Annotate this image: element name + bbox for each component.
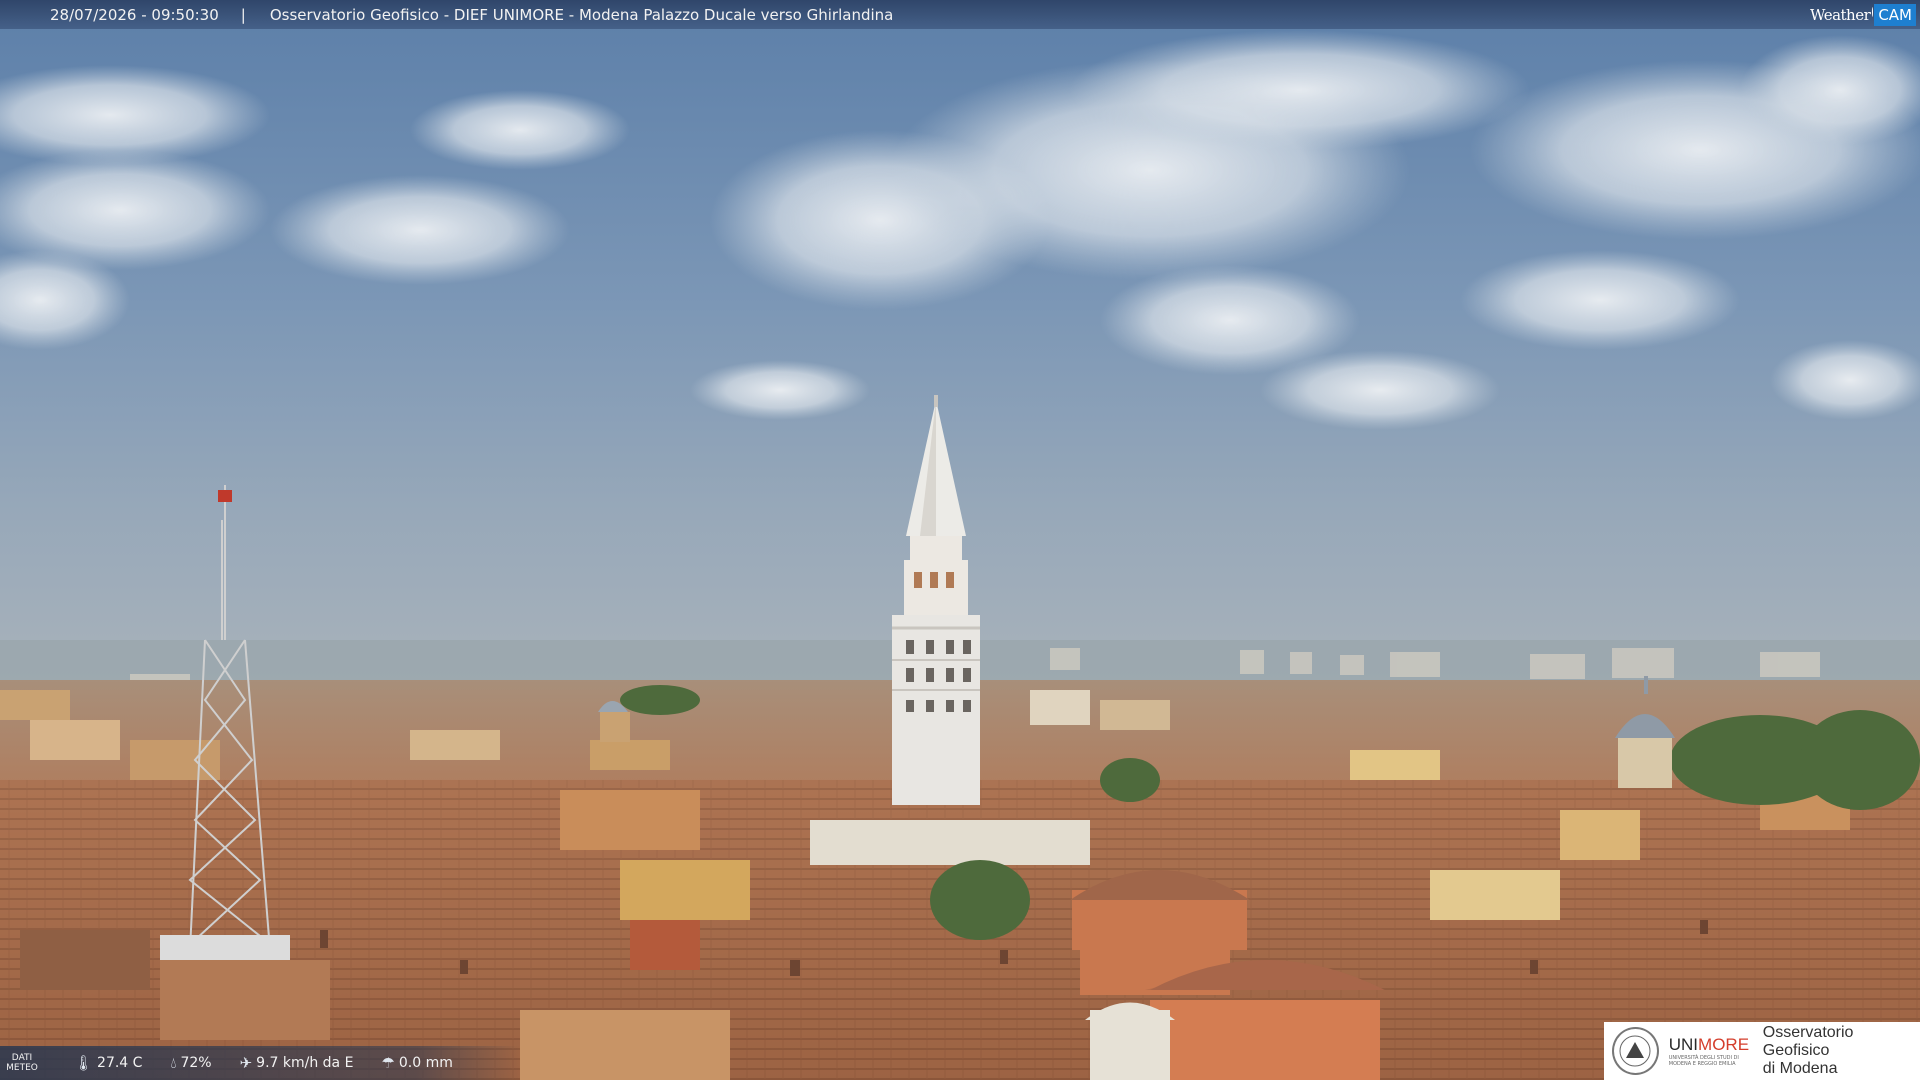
lens-icon — [1872, 6, 1874, 17]
humidity-reading: 💧︎ 72% — [170, 1054, 211, 1072]
rain-value: 0.0 mm — [398, 1055, 453, 1071]
facade-entrance — [1085, 1002, 1175, 1080]
wind-reading: ✈︎ 9.7 km/h da E — [240, 1054, 354, 1072]
unimore-logo: UNIMORE UNIVERSITÀ DEGLI STUDI DI MODENA… — [1604, 1022, 1920, 1080]
observatory-line2: di Modena — [1762, 1060, 1838, 1077]
weather-data-strip: DATI METEO 🌡︎ 27.4 C 💧︎ 72% ✈︎ 9.7 km/h … — [0, 1046, 520, 1080]
university-seal-icon — [1612, 1027, 1659, 1075]
more-text: MORE — [1698, 1035, 1750, 1054]
humidity-drop-icon: 💧︎ — [170, 1054, 177, 1072]
unimore-name: UNIMORE — [1669, 1035, 1753, 1055]
brand-weather: Weather — [1810, 5, 1871, 24]
rain-gauge-icon: ☂︎ — [381, 1054, 395, 1072]
rain-reading: ☂︎ 0.0 mm — [381, 1054, 452, 1072]
unimore-wordmark: UNIMORE UNIVERSITÀ DEGLI STUDI DI MODENA… — [1669, 1035, 1753, 1067]
meteo-label-line1: DATI — [11, 1053, 33, 1063]
separator: | — [240, 5, 246, 24]
weathercam-logo: Weather CAM — [1810, 0, 1920, 29]
caption-bar: 28/07/2026 - 09:50:30 | Osservatorio Geo… — [0, 0, 1920, 29]
webcam-view — [0, 0, 1920, 1080]
temperature-value: 27.4 C — [97, 1055, 143, 1071]
unimore-subtitle: UNIVERSITÀ DEGLI STUDI DI MODENA E REGGI… — [1668, 1055, 1739, 1067]
brand-cam: CAM — [1874, 3, 1916, 26]
camera-caption: Osservatorio Geofisico - DIEF UNIMORE - … — [269, 5, 894, 24]
timestamp: 28/07/2026 - 09:50:30 — [50, 5, 219, 24]
humidity-value: 72% — [180, 1055, 212, 1071]
meteo-label: DATI METEO — [0, 1053, 44, 1073]
observatory-name: Osservatorio Geofisico di Modena — [1763, 1024, 1920, 1078]
wind-value: 9.7 km/h da E — [256, 1055, 354, 1071]
uni-text: UNI — [1668, 1035, 1699, 1054]
temperature-reading: 🌡︎ 27.4 C — [74, 1054, 142, 1072]
wind-icon: ✈︎ — [239, 1054, 253, 1072]
thermometer-icon: 🌡︎ — [74, 1054, 94, 1072]
meteo-label-line2: METEO — [6, 1063, 38, 1073]
observatory-line1: Osservatorio Geofisico — [1762, 1024, 1854, 1059]
